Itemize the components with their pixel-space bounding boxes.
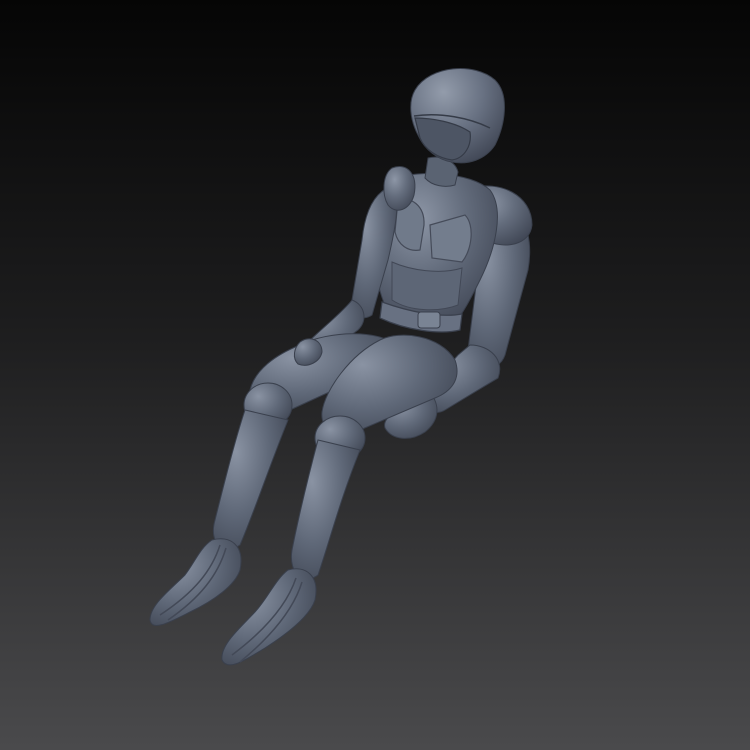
render-canvas xyxy=(0,0,750,750)
render-viewport xyxy=(0,0,750,750)
left-shoulder-pad xyxy=(383,166,416,211)
belt-buckle xyxy=(417,311,441,329)
